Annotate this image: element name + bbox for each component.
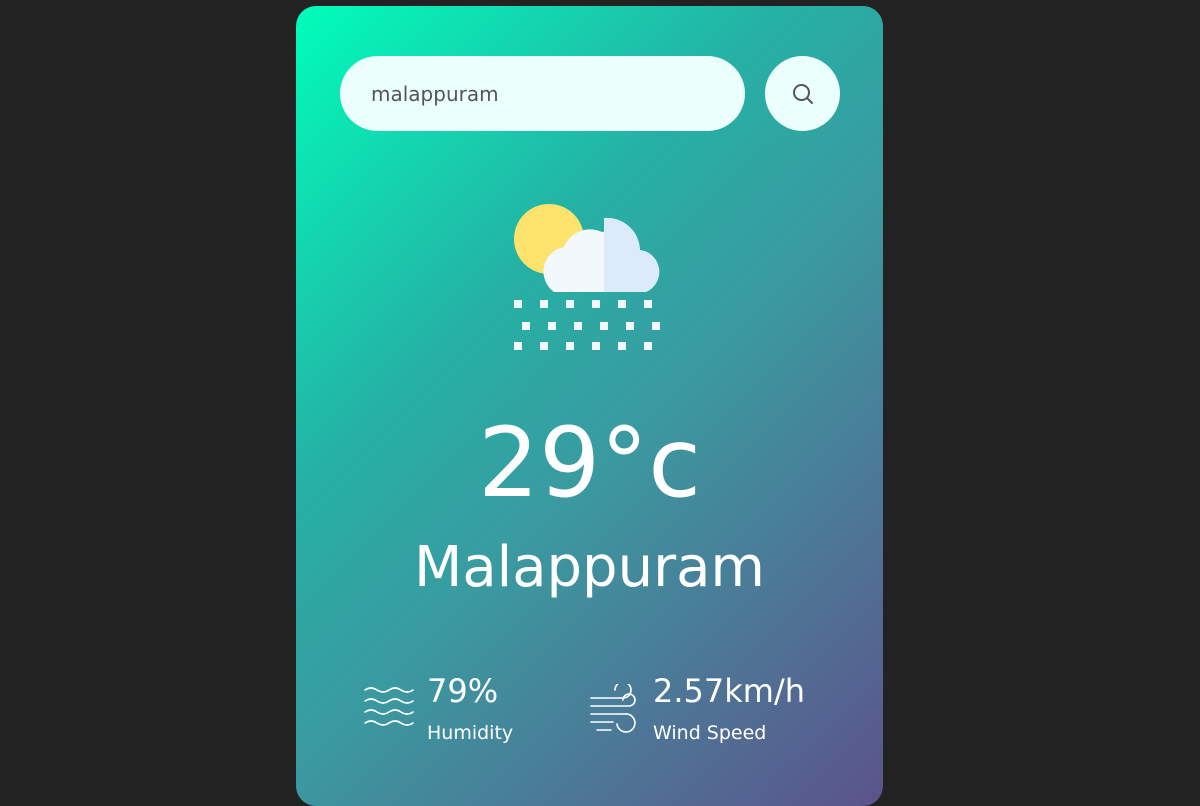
rain-cloud-sun-icon <box>514 204 660 350</box>
wind-icon <box>590 684 636 733</box>
wind-stat: 2.57km/h Wind Speed <box>589 672 849 752</box>
weather-card: 29°c Malappuram 79% Humidity 2.57km/h Wi… <box>296 6 883 806</box>
search-icon <box>792 83 813 104</box>
temperature: 29°c <box>478 407 701 519</box>
search-bar <box>340 56 840 131</box>
search-input[interactable] <box>340 56 745 131</box>
wind-speed-label: Wind Speed <box>653 722 767 744</box>
humidity-label: Humidity <box>427 722 514 744</box>
city-name: Malappuram <box>414 535 765 600</box>
humidity-stat: 79% Humidity <box>363 672 563 752</box>
humidity-waves-icon <box>364 687 414 726</box>
search-button[interactable] <box>765 56 840 131</box>
humidity-value: 79% <box>427 672 499 710</box>
wind-speed-value: 2.57km/h <box>653 672 806 710</box>
